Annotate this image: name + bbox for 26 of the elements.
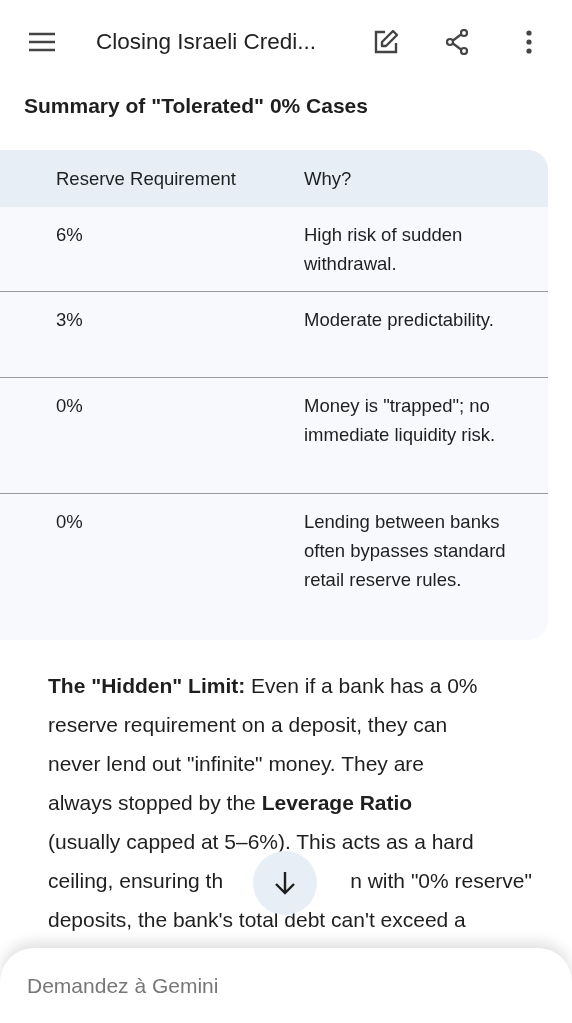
- table-cell-text: High risk of sudden withdrawal.: [304, 223, 464, 276]
- more-icon[interactable]: [525, 30, 533, 54]
- paragraph-text: never lend out "infinite" money. They are: [48, 752, 424, 775]
- arrow-down-icon: [274, 871, 296, 895]
- column-header: Why?: [304, 167, 353, 190]
- table-cell-text: Money is "trapped"; no immediate liquidity risk.: [304, 394, 497, 447]
- edit-icon[interactable]: [373, 29, 399, 55]
- paragraph-text: The "Hidden" Limit: Even if a bank has a 0%: [48, 674, 478, 697]
- paragraph-text: (usually capped at 5–6%). This acts as a hard: [48, 830, 474, 853]
- column-header: Reserve Requirement: [56, 167, 237, 190]
- table-cell-text: Moderate predictability.: [304, 308, 495, 332]
- paragraph-text: always stopped by the Leverage Ratio: [48, 791, 413, 814]
- table-cell-text: 3%: [56, 308, 84, 332]
- paragraph-text: ceiling, ensuring th: [48, 868, 224, 894]
- share-icon[interactable]: [445, 29, 469, 55]
- table-cell-text: 0%: [56, 394, 84, 418]
- section-heading: Summary of "Tolerated" 0% Cases: [23, 93, 369, 119]
- paragraph-text: reserve requirement on a deposit, they can: [48, 713, 448, 736]
- paragraph-text: deposits, the bank's total debt can't exceed a: [48, 908, 466, 931]
- table-cell-text: 6%: [56, 223, 84, 247]
- table-cell-text: 0%: [56, 510, 84, 534]
- paragraph-text: n with "0% reserve": [350, 868, 532, 894]
- prompt-field[interactable]: Demandez à Gemini: [27, 973, 427, 998]
- menu-icon[interactable]: [28, 32, 56, 52]
- chat-title: Closing Israeli Credi...: [96, 29, 318, 55]
- table-cell-text: Lending between banks often bypasses standard retail reserve rules.: [304, 510, 507, 592]
